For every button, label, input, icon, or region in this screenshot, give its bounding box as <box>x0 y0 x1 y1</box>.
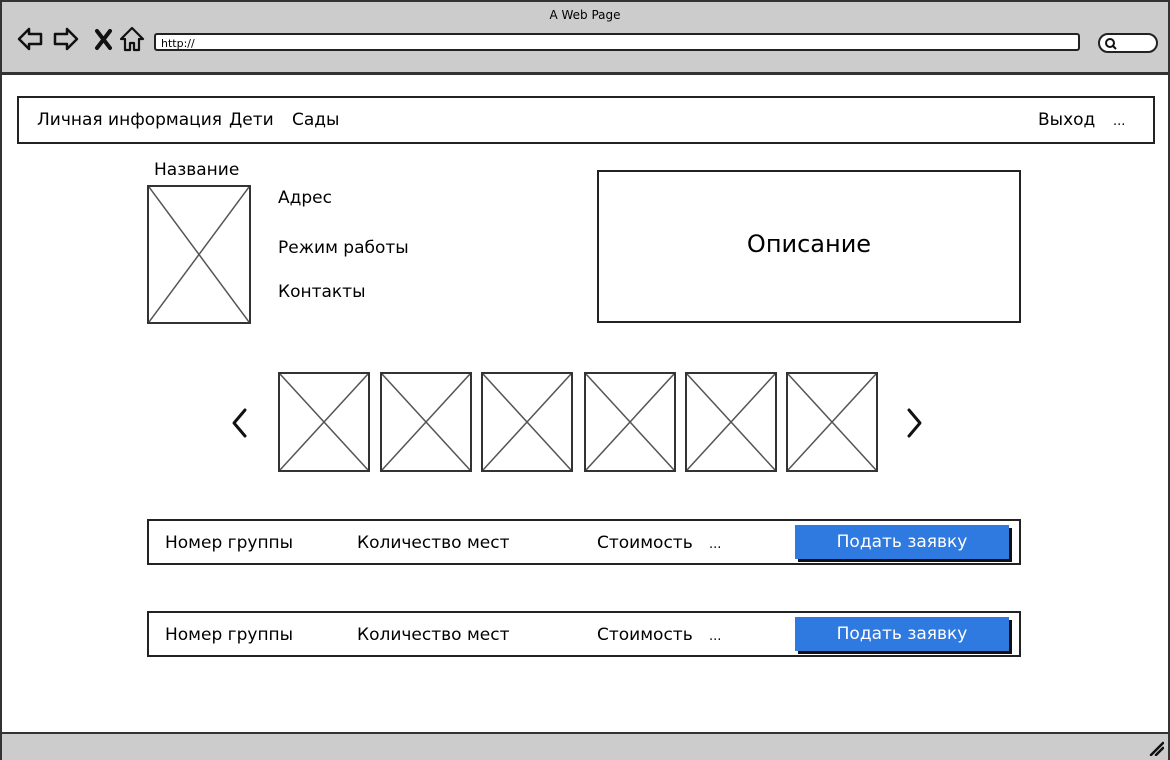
home-icon[interactable] <box>118 24 146 54</box>
address-label: Адрес <box>278 188 332 208</box>
group-more: ... <box>709 537 722 552</box>
gallery-image-4[interactable] <box>584 372 676 472</box>
group-seats: Количество мест <box>357 533 510 553</box>
nav-more[interactable]: ... <box>1113 114 1125 129</box>
window-title: A Web Page <box>549 8 621 22</box>
gallery-image-5[interactable] <box>685 372 777 472</box>
group-seats: Количество мест <box>357 625 510 645</box>
search-icon <box>1105 38 1117 50</box>
description-text: Описание <box>746 230 872 258</box>
gallery-image-6[interactable] <box>786 372 878 472</box>
image-placeholder-icon <box>586 374 674 470</box>
group-row: Номер группы Количество мест Стоимость .… <box>147 611 1021 657</box>
group-number: Номер группы <box>165 625 294 645</box>
description-box: Описание <box>597 170 1021 323</box>
image-placeholder-icon <box>788 374 876 470</box>
nav-children[interactable]: Дети <box>229 110 274 130</box>
browser-search-field[interactable] <box>1098 33 1158 53</box>
image-placeholder-icon <box>483 374 571 470</box>
url-input[interactable]: http:// <box>154 33 1080 51</box>
status-bar <box>2 732 1168 760</box>
contacts-label: Контакты <box>278 282 366 302</box>
apply-button[interactable]: Подать заявку <box>795 525 1009 559</box>
browser-window: A Web Page http:// Личная информация Дет… <box>0 0 1170 760</box>
back-arrow-icon[interactable] <box>16 24 44 54</box>
kindergarten-photo <box>147 185 251 324</box>
forward-arrow-icon[interactable] <box>52 24 80 54</box>
gallery-image-2[interactable] <box>380 372 472 472</box>
gallery-image-1[interactable] <box>278 372 370 472</box>
group-number: Номер группы <box>165 533 294 553</box>
apply-button[interactable]: Подать заявку <box>795 617 1009 651</box>
chevron-right-icon[interactable] <box>905 406 925 440</box>
image-placeholder-icon <box>280 374 368 470</box>
image-placeholder-icon <box>687 374 775 470</box>
close-icon[interactable] <box>90 24 118 54</box>
group-more: ... <box>709 629 722 644</box>
working-hours-label: Режим работы <box>278 238 409 258</box>
resize-grip-icon[interactable] <box>1148 740 1164 756</box>
top-navigation: Личная информация Дети Сады Выход ... <box>17 96 1155 144</box>
logout-link[interactable]: Выход <box>1038 110 1095 130</box>
kindergarten-name-label: Название <box>154 160 240 180</box>
group-row: Номер группы Количество мест Стоимость .… <box>147 519 1021 565</box>
chevron-left-icon[interactable] <box>229 406 249 440</box>
image-placeholder-icon <box>382 374 470 470</box>
group-cost: Стоимость <box>597 533 693 553</box>
browser-chrome: A Web Page http:// <box>2 2 1168 75</box>
gallery-image-3[interactable] <box>481 372 573 472</box>
image-placeholder-icon <box>149 187 249 322</box>
nav-kindergartens[interactable]: Сады <box>292 110 339 130</box>
group-cost: Стоимость <box>597 625 693 645</box>
nav-personal-info[interactable]: Личная информация <box>37 110 222 130</box>
